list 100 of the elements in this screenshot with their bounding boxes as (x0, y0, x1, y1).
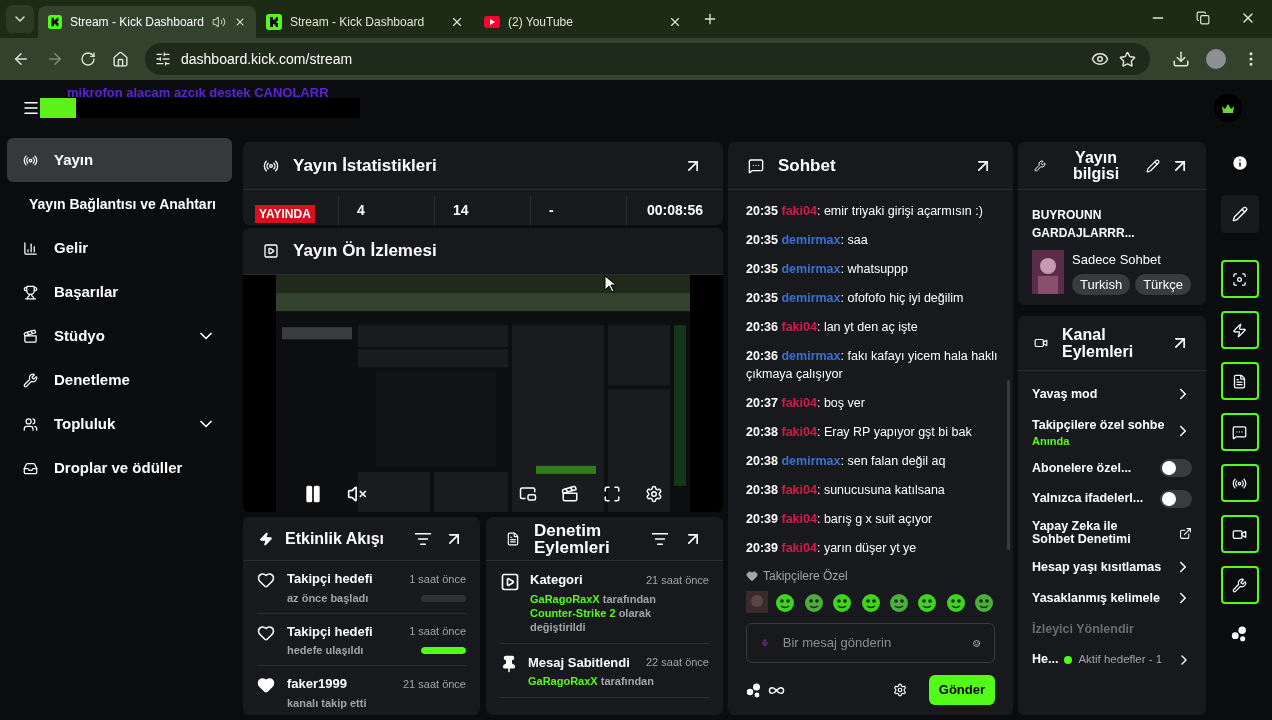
screen-icon (1232, 271, 1247, 287)
event-subtitle: kanalı takip etti (287, 696, 367, 710)
sidebar-item[interactable]: Yayın (7, 138, 232, 182)
widget-toggle-button[interactable] (1220, 566, 1259, 604)
event-time: 1 saat önce (409, 571, 466, 587)
action-label[interactable]: Yasaklanmış kelimele (1032, 588, 1160, 608)
widget-toggle-button[interactable] (1220, 260, 1259, 298)
event-time: 21 saat önce (403, 676, 466, 692)
action-label[interactable]: Hesap yaşı kısıtlamas (1032, 558, 1162, 577)
widget-toggle-button[interactable] (1220, 413, 1259, 451)
widget-toggle-button[interactable] (1220, 362, 1259, 400)
document-icon (1232, 373, 1247, 389)
edit-button[interactable] (1220, 195, 1259, 233)
browser-tab[interactable]: Stream - Kick Dashboard (256, 6, 474, 38)
new-tab-icon[interactable] (702, 11, 718, 27)
dots-icon[interactable] (1231, 625, 1248, 642)
action-label[interactable]: Yavaş mod (1032, 385, 1098, 404)
action-time: 22 saat önce (646, 655, 709, 670)
emote-icon[interactable] (802, 591, 825, 613)
action-label[interactable]: Yapay Zeka ile Sohbet Denetimi (1032, 520, 1142, 546)
emote-icon[interactable] (973, 591, 995, 613)
chat-message: 20:35 demirmax: saa (746, 232, 869, 249)
avatar-icon[interactable] (1206, 49, 1226, 69)
browser-tab[interactable]: Stream - Kick Dashboard (38, 6, 256, 38)
action-title: Mesaj Sabitlendi (528, 653, 630, 672)
close-icon[interactable] (450, 15, 464, 29)
action-label[interactable]: Takipçilere özel sohbe (1032, 415, 1165, 435)
address-bar[interactable]: dashboard.kick.com/stream (145, 43, 1150, 75)
chat-message: 20:39 faki04: yarın düşer yt ye (746, 540, 918, 557)
forward-icon[interactable] (46, 50, 64, 68)
restore-icon[interactable] (1196, 11, 1210, 25)
wrench-icon (1034, 159, 1046, 172)
tab-title: Stream - Kick Dashboard (69, 14, 204, 31)
browser-tab[interactable]: (2) YouTube (474, 6, 692, 38)
action-title: Kategori (530, 571, 583, 589)
settings-icon[interactable] (645, 485, 663, 503)
camera-icon (1034, 336, 1048, 350)
emote-icon[interactable] (859, 591, 882, 613)
chat-message: 20:38 demirmax: sen falan değil aq (746, 453, 947, 470)
settings-icon[interactable] (892, 683, 907, 697)
message-input[interactable]: Bir mesaj gönderin (782, 633, 959, 653)
url-text: dashboard.kick.com/stream (181, 49, 354, 69)
emote-icon[interactable] (916, 591, 939, 613)
panel-title: Denetim Eylemleri (534, 521, 611, 556)
tag[interactable]: Turkish (1072, 273, 1131, 295)
panel-title: Etkinlik Akışı (285, 528, 385, 549)
sidebar-item[interactable]: Droplar ve ödüller (7, 446, 232, 490)
chat-message: 20:35 faki04: emir triyaki girişi açarmısın :) (746, 203, 984, 220)
tab-title: Stream - Kick Dashboard (290, 14, 426, 31)
emote-icon[interactable] (774, 591, 797, 613)
back-icon[interactable] (12, 50, 30, 68)
send-button[interactable]: Gönder (928, 675, 995, 705)
stat-value: 4 (357, 202, 365, 218)
emote-icon[interactable] (887, 591, 910, 613)
external-link-icon[interactable] (1179, 526, 1192, 540)
toggle-switch[interactable] (1160, 458, 1192, 477)
tag[interactable]: Türkçe (1135, 273, 1191, 295)
message-field[interactable]: Bir mesaj gönderin (746, 623, 995, 663)
tab-list-button[interactable] (6, 5, 34, 33)
logo-icon (484, 16, 500, 28)
eye-icon[interactable] (1091, 50, 1109, 68)
event-title: Takipçi hedefi (287, 622, 373, 641)
heart-outline-icon (257, 623, 275, 642)
info-icon[interactable] (1230, 154, 1249, 172)
stat-value: 14 (453, 202, 469, 218)
widget-toggle-button[interactable] (1220, 464, 1259, 502)
sidebar-subitem[interactable]: Yayın Bağlantısı ve Anahtarı (7, 182, 232, 226)
action-label: Abonelere özel... (1032, 459, 1132, 477)
bookmark-star-icon[interactable] (1119, 50, 1136, 68)
emote-icon[interactable] (944, 591, 967, 613)
sidebar-item[interactable]: Stüdyo (7, 314, 232, 358)
muted-speaker-icon[interactable] (347, 484, 367, 504)
sidebar-item[interactable]: Başarılar (7, 270, 232, 314)
panel-title: Yayın Ön İzlemesi (293, 240, 437, 263)
panel-title: Yayın İstatistikleri (293, 154, 438, 177)
emote-icon[interactable] (831, 591, 854, 613)
widget-toggle-button[interactable] (1220, 515, 1259, 553)
widget-toggle-button[interactable] (1220, 311, 1259, 349)
edit-icon[interactable] (1146, 158, 1160, 173)
event-title: faker1999 (287, 675, 347, 693)
chat-message: 20:38 faki04: sunucusuna katılsana (746, 482, 946, 499)
download-icon[interactable] (1172, 50, 1190, 68)
event-title: Takipçi hedefi (287, 570, 373, 588)
fullscreen-icon[interactable] (603, 485, 621, 503)
home-icon[interactable] (112, 50, 129, 68)
chat-icon (1232, 424, 1247, 440)
channel-logo[interactable] (1214, 93, 1242, 122)
sidebar-item[interactable]: Topluluk (7, 402, 232, 446)
clip-icon[interactable] (561, 485, 579, 503)
site-settings-icon[interactable] (155, 51, 171, 67)
toggle-switch[interactable] (1160, 489, 1192, 508)
sidebar-item[interactable]: Denetleme (7, 358, 232, 402)
dots-icon[interactable] (746, 682, 762, 698)
pause-icon[interactable] (303, 484, 323, 504)
close-icon[interactable] (668, 15, 682, 29)
reload-icon[interactable] (80, 51, 96, 67)
logo-icon (266, 14, 282, 30)
sidebar-item[interactable]: Gelir (7, 226, 232, 270)
picture-in-picture-icon[interactable] (519, 485, 537, 503)
category-icon (500, 572, 520, 592)
